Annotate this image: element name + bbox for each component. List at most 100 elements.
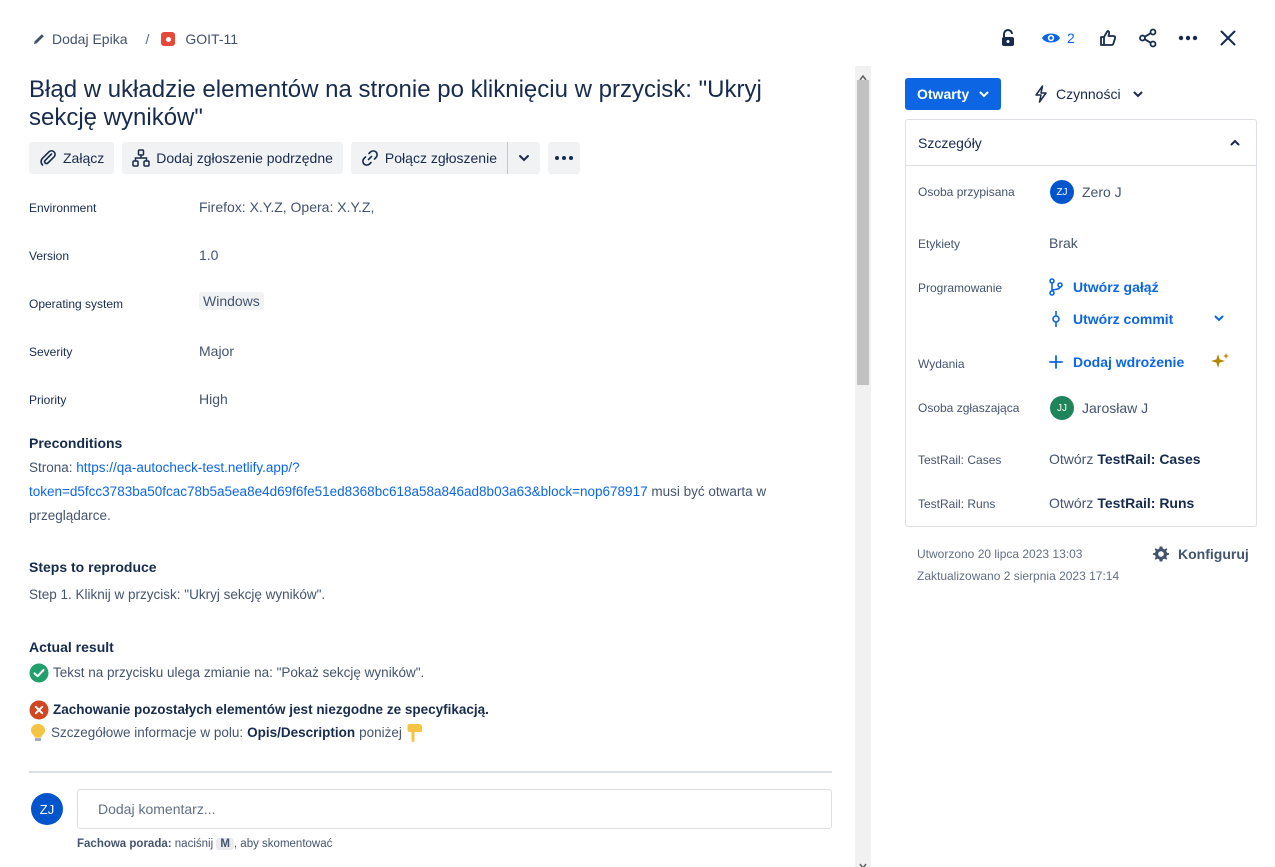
field-label-os: Operating system xyxy=(29,297,124,311)
created-timestamp: Utworzono 20 lipca 2023 13:03 xyxy=(917,547,1083,561)
link-issue-label: Połącz zgłoszenie xyxy=(384,150,497,166)
development-label: Programowanie xyxy=(918,281,1003,295)
bug-icon xyxy=(161,32,176,46)
plus-icon xyxy=(1049,355,1063,369)
link-issue-dropdown[interactable] xyxy=(507,142,540,174)
steps-text: Step 1. Kliknij w przycisk: "Ukryj sekcj… xyxy=(29,587,326,602)
more-actions-button[interactable] xyxy=(547,142,580,174)
comment-tip-bold: Fachowa porada: xyxy=(77,838,172,850)
testrail-runs-label: TestRail: Runs xyxy=(918,497,996,511)
issue-title[interactable]: Błąd w układzie elementów na stronie po … xyxy=(29,76,819,132)
attach-label: Załącz xyxy=(63,150,105,166)
avatar: ZJ xyxy=(1050,180,1074,204)
cross-circle-icon xyxy=(29,700,49,720)
chevron-down-icon[interactable] xyxy=(1214,315,1224,322)
actual-ok-text: Tekst na przycisku ulega zmianie na: "Po… xyxy=(53,665,425,680)
scroll-down-arrow[interactable] xyxy=(859,856,867,867)
add-child-label: Dodaj zgłoszenie podrzędne xyxy=(156,150,333,166)
field-label-priority: Priority xyxy=(29,393,67,407)
commit-icon xyxy=(1049,310,1063,328)
issue-toolbar: Załącz Dodaj zgłoszenie podrzędne Połącz… xyxy=(29,142,580,174)
assignee-name: Zero J xyxy=(1082,184,1122,200)
field-value-version[interactable]: 1.0 xyxy=(199,247,218,263)
actual-error-line: Zachowanie pozostałych elementów jest ni… xyxy=(29,698,489,722)
paperclip-icon xyxy=(39,149,57,167)
scrollbar-track[interactable] xyxy=(855,66,871,867)
comment-tip-pre: naciśnij xyxy=(171,838,217,850)
testrail-cases-bold: TestRail: Cases xyxy=(1097,451,1201,467)
gear-icon xyxy=(1152,545,1170,563)
field-value-environment[interactable]: Firefox: X.Y.Z, Opera: X.Y.Z, xyxy=(199,199,374,215)
details-header[interactable]: Szczegóły xyxy=(906,120,1256,166)
link-issue-button[interactable]: Połącz zgłoszenie xyxy=(350,142,507,174)
preconditions-url-link[interactable]: https://qa-autocheck-test.netlify.app/? xyxy=(76,460,299,475)
actual-info-suffix: poniżej xyxy=(359,725,402,740)
labels-label: Etykiety xyxy=(918,237,961,251)
testrail-runs-pre: Otwórz xyxy=(1049,495,1094,511)
labels-value[interactable]: Brak xyxy=(1049,235,1078,251)
add-deployment-link[interactable]: Dodaj wdrożenie xyxy=(1049,354,1184,370)
preconditions-body: Strona: https://qa-autocheck-test.netlif… xyxy=(29,456,829,528)
actions-button[interactable]: Czynności xyxy=(1034,85,1143,103)
chevron-down-icon xyxy=(1133,91,1143,98)
configure-label: Konfiguruj xyxy=(1178,546,1249,562)
more-icon xyxy=(554,155,574,161)
field-label-version: Version xyxy=(29,249,70,263)
scrollbar-thumb[interactable] xyxy=(857,80,869,385)
actual-ok-line: Tekst na przycisku ulega zmianie na: "Po… xyxy=(29,661,424,685)
lightning-icon xyxy=(1034,85,1048,103)
releases-label: Wydania xyxy=(918,357,965,371)
preconditions-suffix: musi być otwarta w xyxy=(647,484,767,499)
comment-tip-post: , aby skomentować xyxy=(233,838,333,850)
testrail-cases-label: TestRail: Cases xyxy=(918,453,1002,467)
preconditions-url-link-cont[interactable]: token=d5fcc3783ba50fcac78b5a5ea8e4d69f6f… xyxy=(29,484,648,499)
comment-divider xyxy=(29,771,832,773)
more-icon[interactable] xyxy=(1173,23,1203,53)
reporter-name: Jarosław J xyxy=(1082,400,1149,416)
lock-icon[interactable] xyxy=(993,23,1023,53)
status-button[interactable]: Otwarty xyxy=(905,78,1002,110)
reporter-field[interactable]: JJ Jarosław J xyxy=(1050,396,1148,420)
comment-input[interactable]: Dodaj komentarz... xyxy=(77,789,832,829)
steps-heading: Steps to reproduce xyxy=(29,559,157,575)
field-label-severity: Severity xyxy=(29,345,73,359)
sparkle-icon[interactable] xyxy=(1209,351,1231,373)
attach-button[interactable]: Załącz xyxy=(29,142,115,174)
configure-button[interactable]: Konfiguruj xyxy=(1152,545,1249,563)
pencil-icon xyxy=(32,32,46,46)
field-value-os[interactable]: Windows xyxy=(199,292,264,310)
actions-label: Czynności xyxy=(1056,86,1121,102)
issue-key-link[interactable]: GOIT-11 xyxy=(185,31,238,47)
actual-info-line: Szczegółowe informacje w polu: Opis/Desc… xyxy=(29,721,424,745)
watchers-count: 2 xyxy=(1067,30,1075,46)
share-icon[interactable] xyxy=(1133,23,1163,53)
testrail-runs-bold: TestRail: Runs xyxy=(1097,495,1195,511)
reporter-label: Osoba zgłaszająca xyxy=(918,401,1020,415)
field-value-priority[interactable]: High xyxy=(199,391,228,407)
updated-timestamp: Zaktualizowano 2 sierpnia 2023 17:14 xyxy=(917,569,1120,583)
watch-button[interactable]: 2 xyxy=(1041,23,1075,53)
actual-error-text: Zachowanie pozostałych elementów jest ni… xyxy=(53,702,489,717)
add-deployment-label: Dodaj wdrożenie xyxy=(1073,354,1185,370)
create-commit-link[interactable]: Utwórz commit xyxy=(1049,310,1173,328)
pointing-down-icon xyxy=(406,723,424,743)
close-icon[interactable] xyxy=(1213,23,1243,53)
field-value-severity[interactable]: Major xyxy=(199,343,234,359)
actual-info-bold: Opis/Description xyxy=(247,725,356,740)
create-branch-label: Utwórz gałąź xyxy=(1073,279,1159,295)
create-commit-label: Utwórz commit xyxy=(1073,311,1174,327)
eye-icon xyxy=(1041,31,1061,45)
chevron-up-icon xyxy=(1230,139,1240,146)
testrail-cases-link[interactable]: Otwórz TestRail: Cases xyxy=(1049,451,1201,467)
details-panel: Szczegóły Osoba przypisana ZJ Zero J Ety… xyxy=(905,119,1257,527)
add-epic-link[interactable]: Dodaj Epika xyxy=(52,31,128,47)
check-circle-icon xyxy=(29,663,49,683)
details-title: Szczegóły xyxy=(918,134,982,151)
thumbs-up-icon[interactable] xyxy=(1093,23,1123,53)
testrail-runs-link[interactable]: Otwórz TestRail: Runs xyxy=(1049,495,1194,511)
assignee-field[interactable]: ZJ Zero J xyxy=(1050,180,1122,204)
add-child-issue-button[interactable]: Dodaj zgłoszenie podrzędne xyxy=(122,142,343,174)
link-icon xyxy=(361,149,379,167)
create-branch-link[interactable]: Utwórz gałąź xyxy=(1049,278,1159,296)
testrail-cases-pre: Otwórz xyxy=(1049,451,1094,467)
